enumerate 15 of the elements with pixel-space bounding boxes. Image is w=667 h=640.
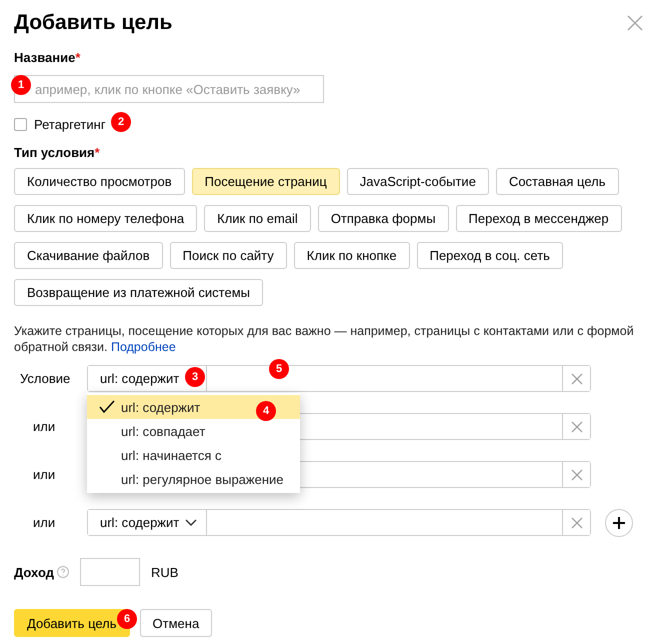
retargeting-label: Ретаргетинг (34, 117, 106, 132)
condition-label: или (32, 515, 56, 530)
number-badge: 6 (117, 609, 137, 629)
condition-type-label: Тип условия* (14, 145, 101, 160)
condition-label: или (32, 419, 56, 434)
condition-label: Условие (19, 371, 72, 386)
number-badge: 2 (111, 112, 131, 132)
condition-label: или (32, 467, 56, 482)
name-label: Название* (14, 50, 82, 65)
number-badge: 5 (269, 359, 289, 379)
currency-label: RUB (150, 564, 178, 580)
number-badge: 1 (11, 75, 31, 95)
dialog-title: Добавить цель (14, 11, 172, 35)
description-text: Укажите страницы, посещение которых для вас важно — например, страницы с контактами или с формой обратной связи. Подробнее (14, 323, 635, 355)
income-label: Доход (14, 564, 54, 580)
